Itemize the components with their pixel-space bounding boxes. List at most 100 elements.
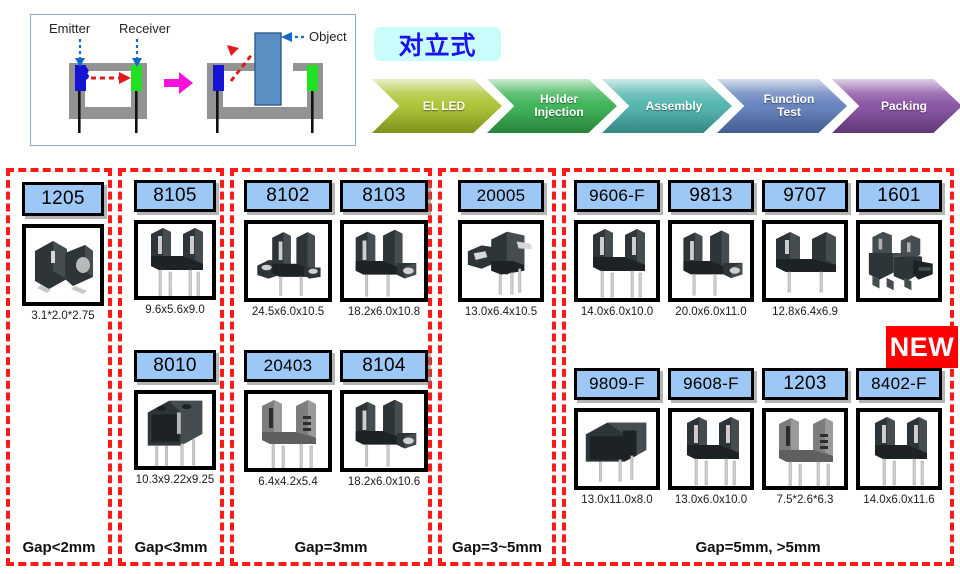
product-code-badge[interactable]: 9606-F xyxy=(574,180,660,212)
product-group-3: 8102 24.5x6.0x10.5 8103 18.2x6.0x10.8 20… xyxy=(230,168,432,566)
product-cell[interactable]: 1601 xyxy=(856,180,942,306)
product-cell[interactable]: 9813 20.0x6.0x11.0 xyxy=(668,180,754,318)
product-dimensions: 13.0x11.0x8.0 xyxy=(581,494,653,506)
emitter-label: Emitter xyxy=(49,21,91,36)
product-photo[interactable] xyxy=(574,220,660,302)
product-cell[interactable]: 20403 6.4x4.2x5.4 xyxy=(244,350,332,488)
new-badge: NEW xyxy=(886,326,958,368)
product-dimensions: 20.0x6.0x11.0 xyxy=(675,306,747,318)
product-group-1: 1205 3.1*2.0*2.75 Gap<2mm xyxy=(6,168,112,566)
product-code-badge[interactable]: 9813 xyxy=(668,180,754,212)
process-step-4: Function Test xyxy=(717,79,847,133)
product-cell[interactable]: 9707 12.8x6.4x6.9 xyxy=(762,180,848,318)
product-code-text: 9606-F xyxy=(589,186,645,205)
product-dimensions: 7.5*2.6*6.3 xyxy=(776,494,834,506)
gap-range-label: Gap=3~5mm xyxy=(451,539,543,556)
product-photo[interactable] xyxy=(244,390,332,472)
process-flow: EL LED Holder Injection Assembly Function Tes… xyxy=(372,79,960,133)
product-code-text: 1601 xyxy=(877,185,921,206)
gap-range-label: Gap<3mm xyxy=(134,539,208,556)
product-cell[interactable]: 1205 3.1*2.0*2.75 xyxy=(22,182,104,322)
product-photo[interactable] xyxy=(668,220,754,302)
product-cell[interactable]: 8010 10.3x9.22x9.25 xyxy=(134,350,216,486)
product-photo[interactable] xyxy=(244,220,332,302)
product-code-badge[interactable]: 9707 xyxy=(762,180,848,212)
product-dimensions: 9.6x5.6x9.0 xyxy=(145,304,205,316)
product-code-text: 20403 xyxy=(263,356,313,375)
product-dimensions: 24.5x6.0x10.5 xyxy=(251,306,325,318)
product-group-4: 20005 13.0x6.4x10.5 Gap=3~5mm xyxy=(438,168,556,566)
product-code-text: 1205 xyxy=(41,188,85,209)
product-photo[interactable] xyxy=(134,390,216,470)
product-code-badge[interactable]: 8104 xyxy=(340,350,428,382)
product-photo[interactable] xyxy=(668,408,754,490)
product-code-text: 8402-F xyxy=(871,374,927,393)
product-cell[interactable]: 8402-F 14.0x6.0x11.6 xyxy=(856,368,942,506)
product-code-text: 9809-F xyxy=(589,374,645,393)
product-code-badge[interactable]: 1203 xyxy=(762,368,848,400)
product-cell[interactable]: 9606-F 14.0x6.0x10.0 xyxy=(574,180,660,318)
product-photo[interactable] xyxy=(762,220,848,302)
product-cell[interactable]: 1203 7.5*2.6*6.3 xyxy=(762,368,848,506)
product-code-badge[interactable]: 1205 xyxy=(22,182,104,216)
product-code-text: 8104 xyxy=(362,355,406,376)
product-code-badge[interactable]: 20005 xyxy=(458,180,544,212)
process-step-label: Function Test xyxy=(763,92,815,119)
process-step-label: EL LED xyxy=(422,98,466,113)
product-photo[interactable] xyxy=(574,408,660,490)
product-group-2: 8105 9.6x5.6x9.0 8010 10.3x9.22x9.25 Gap<3… xyxy=(118,168,224,566)
product-code-text: 8102 xyxy=(266,185,310,206)
product-photo[interactable] xyxy=(458,220,544,302)
process-step-5: Packing xyxy=(832,79,960,133)
product-photo[interactable] xyxy=(856,220,942,302)
section-title-badge: 对立式 xyxy=(374,27,501,61)
product-dimensions: 14.0x6.0x10.0 xyxy=(580,306,654,318)
product-cell[interactable]: 8104 18.2x6.0x10.6 xyxy=(340,350,428,488)
gap-range-label: Gap=5mm, >5mm xyxy=(695,539,821,556)
product-cell[interactable]: 9608-F 13.0x6.0x10.0 xyxy=(668,368,754,506)
process-step-label: Assembly xyxy=(645,98,703,113)
product-code-badge[interactable]: 8105 xyxy=(134,180,216,212)
product-cell[interactable]: 20005 13.0x6.4x10.5 xyxy=(458,180,544,318)
product-code-badge[interactable]: 9809-F xyxy=(574,368,660,400)
product-photo[interactable] xyxy=(134,220,216,300)
process-step-label: Holder Injection xyxy=(534,92,584,119)
product-dimensions: 18.2x6.0x10.8 xyxy=(347,306,421,318)
process-step-1: EL LED xyxy=(372,79,502,133)
product-code-text: 8010 xyxy=(153,355,197,376)
product-dimensions: 13.0x6.4x10.5 xyxy=(464,306,538,318)
product-dimensions: 18.2x6.0x10.6 xyxy=(347,476,421,488)
product-cell[interactable]: 9809-F 13.0x11.0x8.0 xyxy=(574,368,660,506)
process-step-label: Packing xyxy=(880,98,928,113)
product-photo[interactable] xyxy=(22,224,104,306)
product-dimensions: 12.8x6.4x6.9 xyxy=(772,306,838,318)
product-code-badge[interactable]: 8102 xyxy=(244,180,332,212)
product-cell[interactable]: 8102 24.5x6.0x10.5 xyxy=(244,180,332,318)
operating-principle-diagram: Emitter Receiver Object xyxy=(30,14,356,146)
gap-range-label: Gap=3mm xyxy=(294,539,368,556)
product-code-badge[interactable]: 8103 xyxy=(340,180,428,212)
product-code-text: 9813 xyxy=(689,185,733,206)
product-photo[interactable] xyxy=(340,220,428,302)
gap-range-label: Gap<2mm xyxy=(22,539,96,556)
product-photo[interactable] xyxy=(856,408,942,490)
product-code-badge[interactable]: 1601 xyxy=(856,180,942,212)
product-dimensions: 3.1*2.0*2.75 xyxy=(31,310,95,322)
product-dimensions: 13.0x6.0x10.0 xyxy=(674,494,748,506)
product-cell[interactable]: 8105 9.6x5.6x9.0 xyxy=(134,180,216,316)
product-code-text: 9608-F xyxy=(683,374,739,393)
product-code-text: 1203 xyxy=(783,373,827,394)
product-dimensions: 10.3x9.22x9.25 xyxy=(135,474,215,486)
product-code-badge[interactable]: 9608-F xyxy=(668,368,754,400)
product-code-text: 8105 xyxy=(153,185,197,206)
product-photo[interactable] xyxy=(340,390,428,472)
process-step-2: Holder Injection xyxy=(487,79,617,133)
product-code-text: 9707 xyxy=(783,185,827,206)
product-photo[interactable] xyxy=(762,408,848,490)
product-code-badge[interactable]: 8010 xyxy=(134,350,216,382)
product-cell[interactable]: 8103 18.2x6.0x10.8 xyxy=(340,180,428,318)
process-step-3: Assembly xyxy=(602,79,732,133)
product-code-badge[interactable]: 20403 xyxy=(244,350,332,382)
product-code-text: 20005 xyxy=(476,186,526,205)
product-code-badge[interactable]: 8402-F xyxy=(856,368,942,400)
